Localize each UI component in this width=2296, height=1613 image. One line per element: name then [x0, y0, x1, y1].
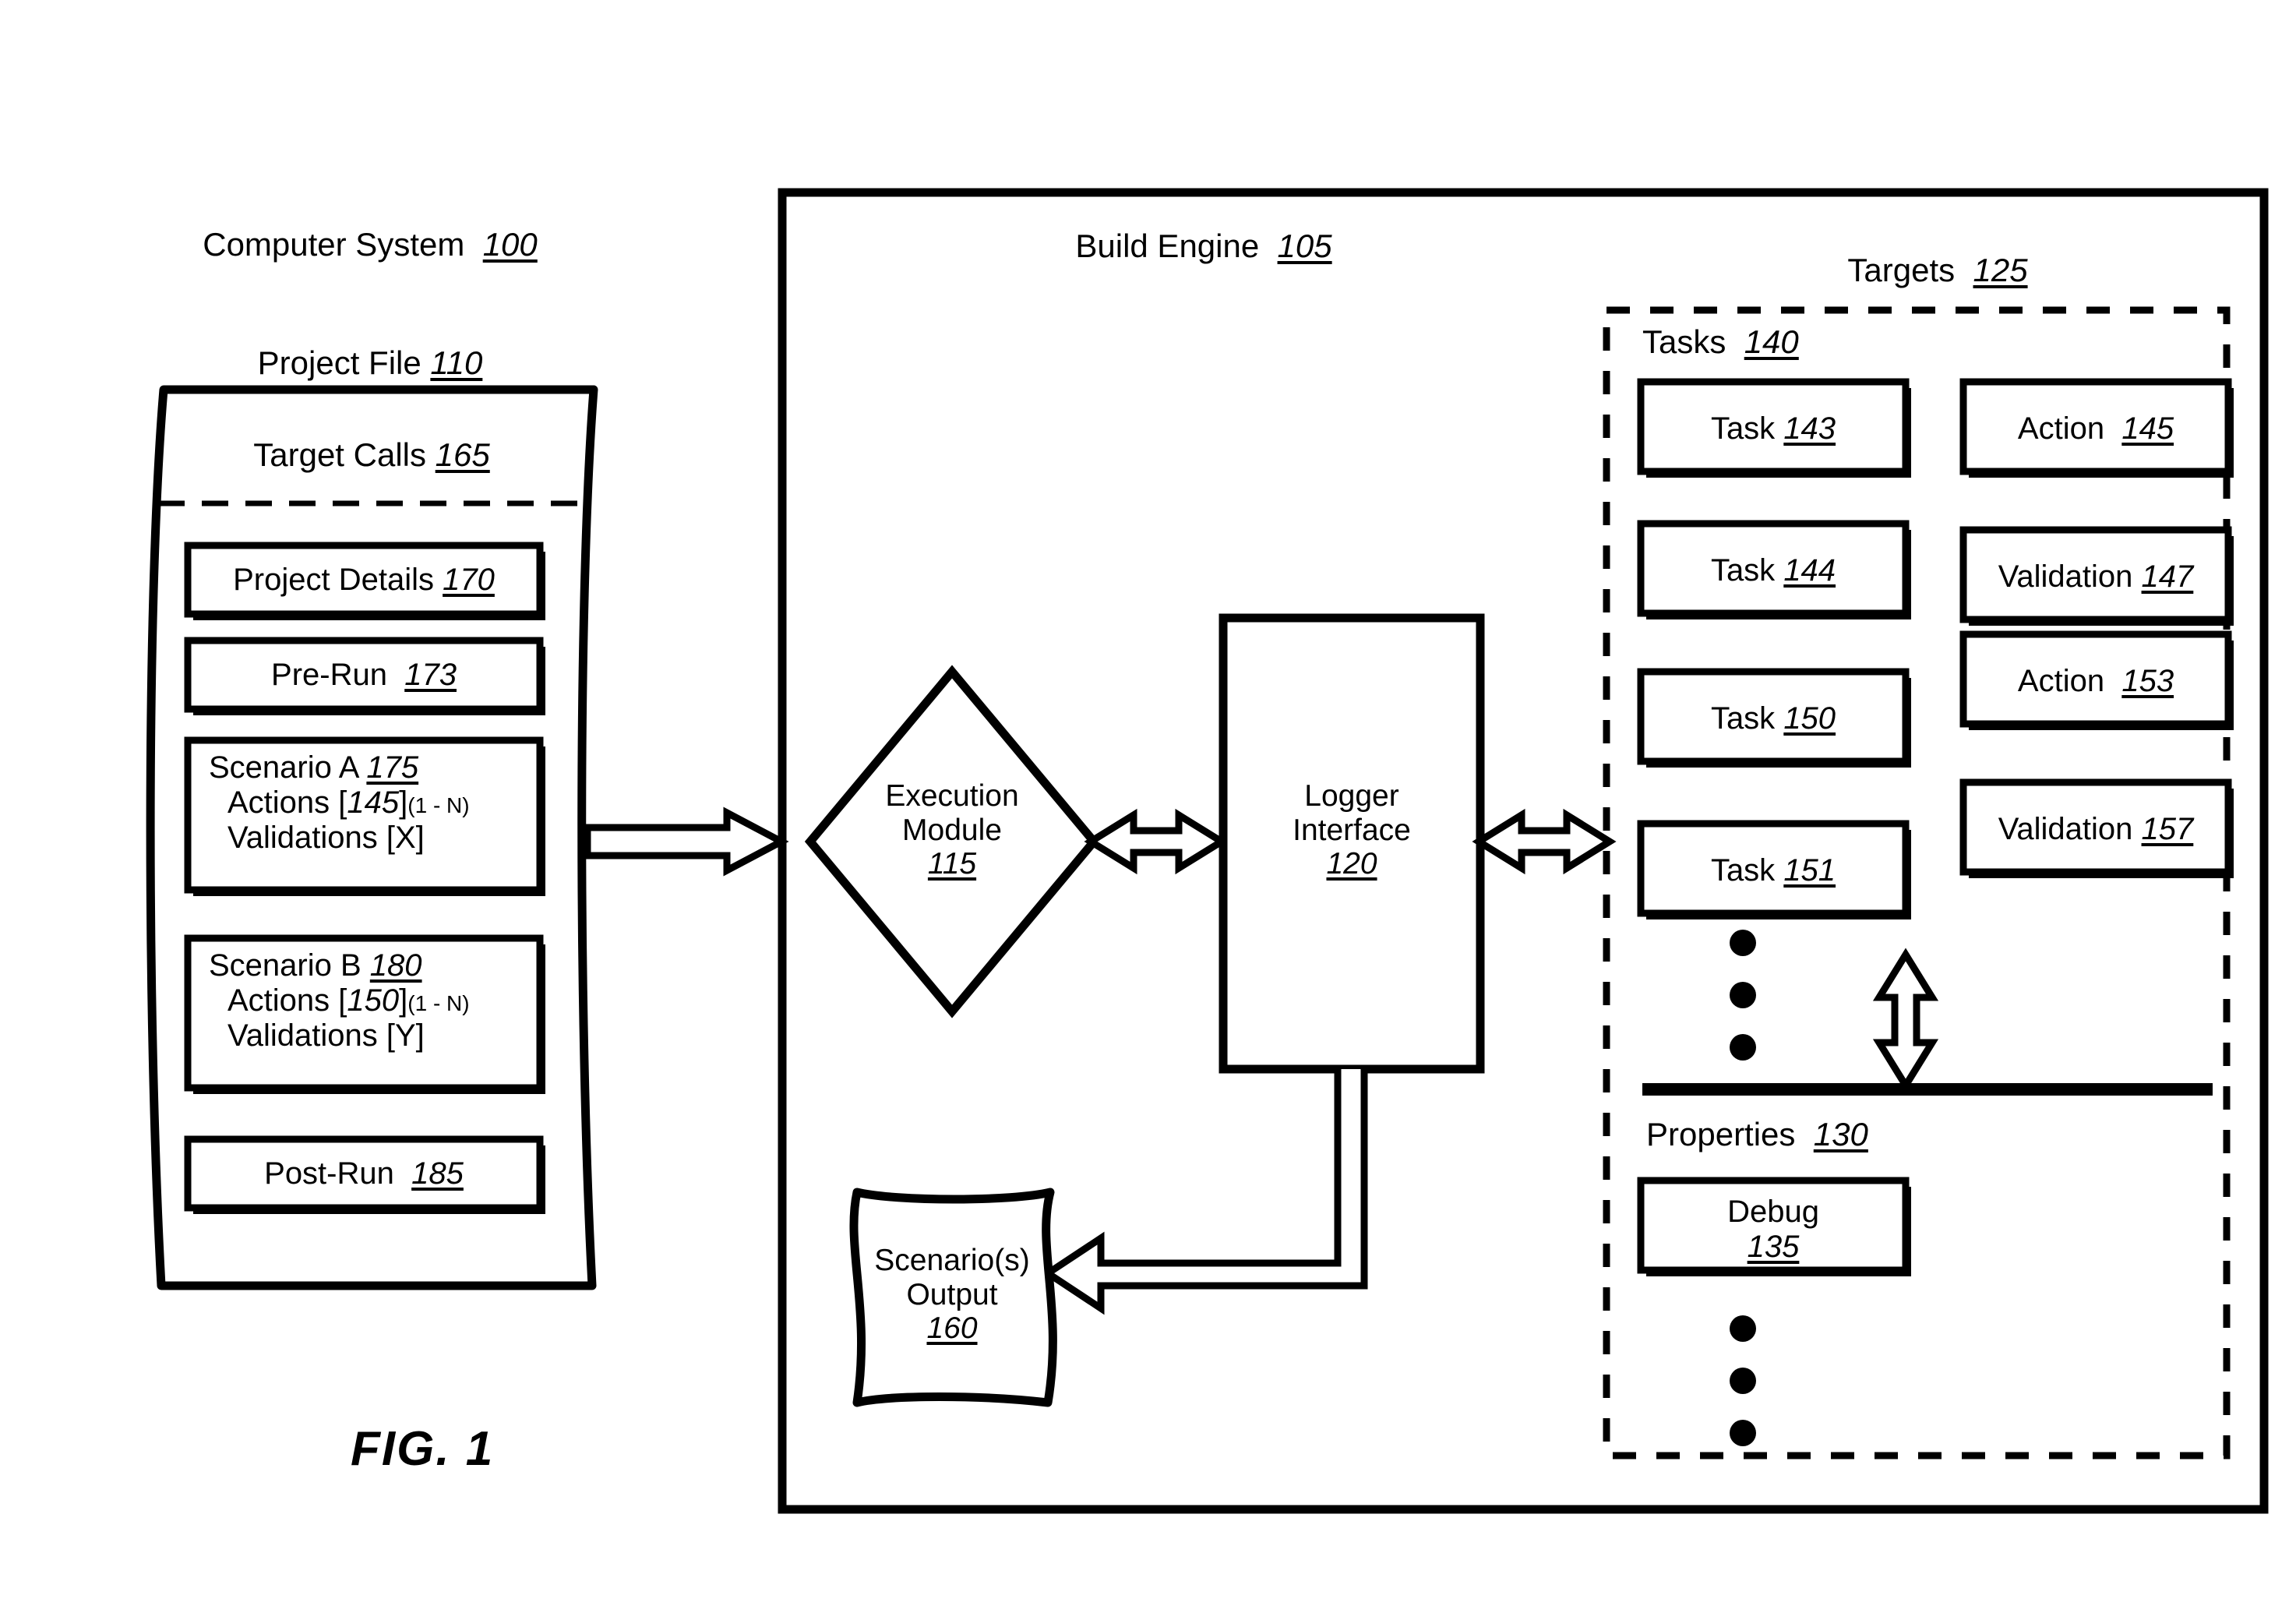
task-row-3-pair[interactable]: Validation 157	[1998, 812, 2194, 847]
post-run-item[interactable]: Post-Run 185	[264, 1156, 464, 1191]
properties-title: Properties 130	[1646, 1116, 1868, 1152]
scenario-a-validations: Validations [X]	[227, 820, 425, 855]
project-details-item[interactable]: Project Details 170	[233, 563, 495, 598]
task-row-2-pair[interactable]: Action 153	[2018, 664, 2174, 699]
scenario-output-label: Scenario(s) Output 160	[874, 1244, 1030, 1346]
scenario-b-item[interactable]: Scenario B 180 Actions [150](1 - N) Vali…	[209, 948, 470, 1053]
task-row-0-pair[interactable]: Action 145	[2018, 411, 2174, 446]
pre-run-item[interactable]: Pre-Run 173	[271, 658, 457, 693]
scenario-b-actions: Actions [150](1 - N)	[227, 983, 470, 1018]
tasks-title: Tasks 140	[1642, 323, 1799, 360]
task-row-3-task[interactable]: Task 151	[1711, 853, 1836, 888]
property-debug[interactable]: Debug 135	[1727, 1195, 1819, 1265]
targets-title: Targets 125	[1847, 252, 2028, 288]
scenario-a-title: Scenario A 175	[209, 750, 419, 785]
build-engine-title: Build Engine 105	[1075, 228, 1332, 264]
task-row-2-task[interactable]: Task 150	[1711, 701, 1836, 736]
scenario-b-validations: Validations [Y]	[227, 1018, 425, 1053]
task-row-1-task[interactable]: Task 144	[1711, 553, 1836, 588]
computer-system-title: Computer System 100	[203, 226, 538, 263]
project-file-title: Project File 110	[257, 344, 483, 381]
tasks-ellipsis	[1730, 930, 1756, 1061]
execution-module-label: Execution Module 115	[885, 779, 1019, 881]
task-row-1-pair[interactable]: Validation 147	[1998, 559, 2194, 595]
arrow-projectfile-to-execution	[584, 806, 789, 877]
properties-ellipsis	[1730, 1315, 1756, 1446]
figure-canvas: .stk{fill:none;stroke:#000;} .w7{stroke-…	[0, 0, 2296, 1613]
scenario-a-item[interactable]: Scenario A 175 Actions [145](1 - N) Vali…	[209, 750, 470, 855]
logger-interface-label: Logger Interface 120	[1293, 779, 1411, 881]
target-calls-header: Target Calls 165	[253, 436, 490, 473]
figure-caption: FIG. 1	[351, 1422, 495, 1476]
task-row-0-task[interactable]: Task 143	[1711, 411, 1836, 446]
scenario-a-actions: Actions [145](1 - N)	[227, 785, 470, 820]
scenario-b-title: Scenario B 180	[209, 948, 422, 983]
